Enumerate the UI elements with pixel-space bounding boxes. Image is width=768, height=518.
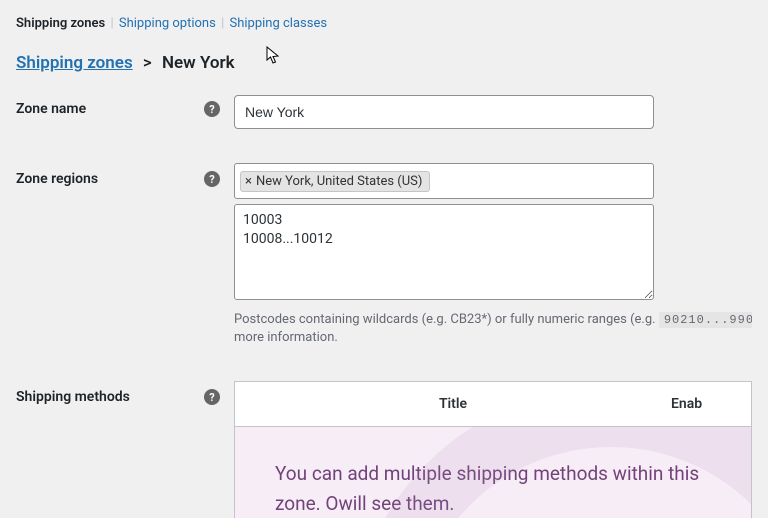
postcodes-textarea[interactable] [234, 204, 654, 300]
help-icon[interactable]: ? [204, 101, 220, 117]
help-icon[interactable]: ? [204, 389, 220, 405]
methods-col-enabled: Enab [671, 382, 751, 426]
shipping-methods-label: Shipping methods [16, 389, 130, 405]
zone-name-label: Zone name [16, 101, 86, 117]
remove-tag-icon[interactable]: × [245, 174, 252, 189]
breadcrumb-separator: > [143, 53, 152, 73]
breadcrumb: Shipping zones > New York [0, 39, 768, 79]
shipping-subnav: Shipping zones | Shipping options | Ship… [0, 0, 768, 39]
tab-shipping-options[interactable]: Shipping options [119, 16, 216, 31]
tab-shipping-classes[interactable]: Shipping classes [229, 16, 327, 31]
methods-empty-state: You can add multiple shipping methods wi… [234, 426, 752, 518]
methods-empty-text: You can add multiple shipping methods wi… [275, 462, 699, 514]
zone-name-input[interactable] [234, 95, 654, 129]
hint-text: Postcodes containing wildcards (e.g. CB2… [234, 312, 659, 327]
breadcrumb-current: New York [162, 53, 235, 73]
region-tag-label: New York, United States (US) [256, 174, 422, 189]
methods-col-title: Title [235, 382, 671, 426]
tab-separator: | [221, 16, 224, 31]
methods-table-header: Title Enab [234, 381, 752, 426]
zone-regions-select[interactable]: × New York, United States (US) [234, 163, 654, 199]
help-icon[interactable]: ? [204, 171, 220, 187]
region-tag: × New York, United States (US) [240, 171, 430, 192]
breadcrumb-root-link[interactable]: Shipping zones [16, 53, 133, 73]
hint-text: more information. [234, 330, 338, 345]
tab-separator: | [110, 16, 113, 31]
hint-code: 90210...99000 [659, 312, 752, 328]
postcodes-hint: Postcodes containing wildcards (e.g. CB2… [234, 311, 752, 347]
zone-regions-label: Zone regions [16, 171, 98, 187]
tab-shipping-zones[interactable]: Shipping zones [16, 16, 105, 31]
